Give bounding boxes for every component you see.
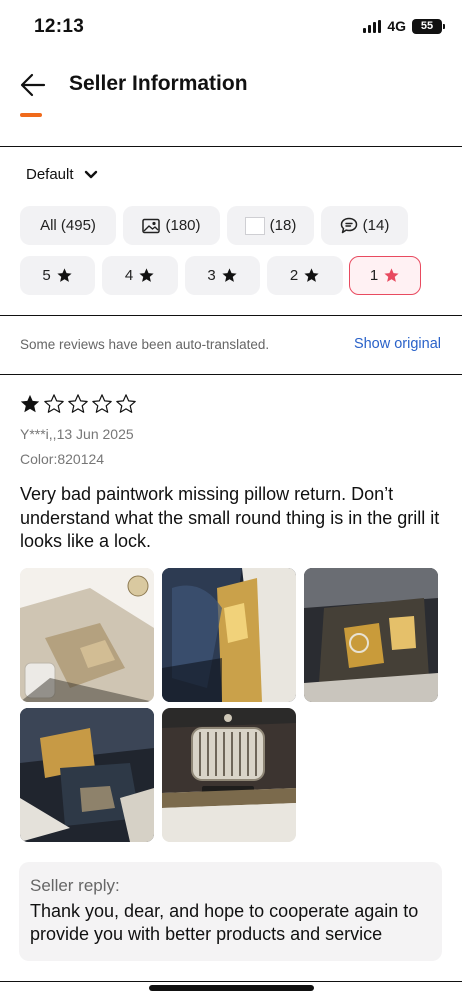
review-rating (19, 393, 137, 415)
star-icon (384, 268, 399, 282)
star-icon (139, 268, 154, 282)
video-icon (244, 216, 265, 235)
review-photo[interactable] (162, 708, 296, 842)
review-photo[interactable] (162, 568, 296, 702)
star-filled-icon (20, 394, 40, 413)
review-text: Very bad paintwork missing pillow return… (20, 484, 440, 551)
filter-5-star-label: 5 (42, 267, 51, 284)
filter-all-label: All (495) (40, 217, 96, 234)
star-outline-icon (68, 394, 88, 413)
divider (0, 146, 462, 147)
divider (0, 981, 462, 982)
filter-5-star[interactable]: 5 (20, 256, 95, 295)
show-original-link[interactable]: Show original (354, 336, 441, 352)
filter-videos-label: (18) (269, 217, 297, 234)
star-icon (304, 268, 319, 282)
back-button[interactable] (16, 68, 50, 102)
battery-level: 55 (420, 20, 434, 32)
status-indicators: 4G 55 (363, 18, 445, 34)
seller-reply-label: Seller reply: (30, 876, 120, 895)
comment-icon (340, 217, 357, 234)
review-author-date: Y***i,,13 Jun 2025 (20, 426, 134, 442)
filter-1-star[interactable]: 1 (349, 256, 421, 295)
image-icon (142, 218, 161, 233)
back-arrow-icon (20, 73, 46, 97)
scrolled-content-peek (20, 110, 50, 118)
sort-dropdown[interactable]: Default (26, 166, 98, 183)
star-icon (57, 268, 72, 282)
review-photo[interactable] (20, 568, 154, 702)
filter-2-star[interactable]: 2 (267, 256, 343, 295)
star-outline-icon (116, 394, 136, 413)
filter-2-star-label: 2 (289, 267, 299, 284)
status-time: 12:13 (34, 16, 85, 37)
star-icon (222, 268, 237, 282)
divider (0, 315, 462, 316)
home-indicator[interactable] (149, 985, 314, 991)
filter-3-star[interactable]: 3 (185, 256, 260, 295)
filter-all[interactable]: All (495) (20, 206, 116, 245)
review-variant: Color:820124 (20, 451, 105, 467)
signal-icon (363, 19, 382, 33)
filter-comments[interactable]: (14) (321, 206, 408, 245)
filter-comments-label: (14) (362, 217, 390, 234)
star-outline-icon (92, 394, 112, 413)
translation-note: Some reviews have been auto-translated. (20, 337, 270, 352)
sort-label: Default (26, 166, 74, 183)
nav-header: Seller Information (0, 58, 462, 110)
filter-4-star[interactable]: 4 (102, 256, 178, 295)
filter-4-star-label: 4 (124, 267, 134, 284)
seller-reply-text: Thank you, dear, and hope to cooperate a… (30, 901, 419, 944)
star-outline-icon (44, 394, 64, 413)
network-type: 4G (387, 18, 406, 34)
review-photo[interactable] (20, 708, 154, 842)
filter-3-star-label: 3 (207, 267, 216, 284)
divider (0, 374, 462, 375)
filter-photos-label: (180) (165, 217, 201, 234)
seller-reply-card: Seller reply: Thank you, dear, and hope … (19, 862, 442, 961)
status-bar: 12:13 4G 55 (0, 0, 462, 52)
page-title: Seller Information (69, 72, 248, 95)
chevron-down-icon (84, 170, 97, 178)
review-photo[interactable] (304, 568, 438, 702)
battery-icon: 55 (412, 18, 445, 34)
filter-photos[interactable]: (180) (123, 206, 220, 245)
filter-videos[interactable]: (18) (227, 206, 314, 245)
filter-1-star-label: 1 (369, 267, 379, 284)
